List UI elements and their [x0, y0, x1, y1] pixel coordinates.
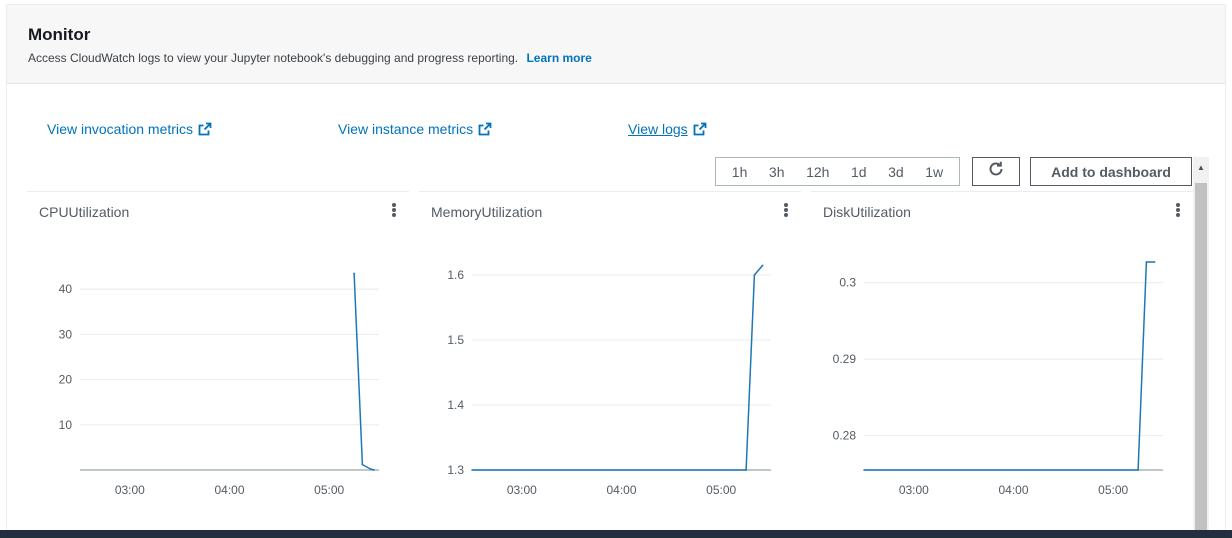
more-options-icon[interactable] [389, 201, 399, 219]
y-tick-label: 1.5 [447, 333, 464, 347]
external-link-icon [478, 122, 492, 139]
view-logs-link[interactable]: View logs [628, 121, 707, 139]
y-tick-label: 1.4 [447, 398, 464, 412]
range-option-12h[interactable]: 12h [802, 164, 833, 180]
cpu-utilization-chart: 10 20 30 40 03:00 04:00 05:00 [59, 272, 379, 497]
time-range-selector: 1h 3h 12h 1d 3d 1w [715, 157, 960, 186]
data-point [1137, 469, 1139, 471]
x-tick-label: 04:00 [998, 483, 1028, 497]
x-tick-label: 03:00 [899, 483, 929, 497]
y-tick-label: 30 [59, 327, 73, 341]
panel-description: Access CloudWatch logs to view your Jupy… [28, 51, 592, 65]
data-point [373, 469, 375, 471]
y-tick-label: 0.29 [833, 352, 857, 366]
x-tick-label: 05:00 [1098, 483, 1128, 497]
data-point [863, 469, 865, 471]
range-option-3h[interactable]: 3h [765, 164, 789, 180]
x-tick-label: 04:00 [214, 483, 244, 497]
widget-title: DiskUtilization [823, 204, 911, 220]
refresh-icon [987, 160, 1005, 183]
link-label: View instance metrics [338, 121, 474, 137]
link-label: View logs [628, 121, 688, 137]
x-tick-label: 03:00 [507, 483, 537, 497]
page-title: Monitor [28, 25, 91, 44]
y-tick-label: 40 [59, 282, 73, 296]
y-tick-label: 1.3 [447, 463, 464, 477]
memory-utilization-chart: 1.3 1.4 1.5 1.6 03:00 04:00 05:00 [447, 264, 771, 497]
link-label: View invocation metrics [47, 121, 194, 137]
y-tick-label: 20 [59, 373, 73, 387]
x-tick-label: 04:00 [606, 483, 636, 497]
view-instance-metrics-link[interactable]: View instance metrics [338, 121, 492, 139]
x-tick-label: 05:00 [314, 483, 344, 497]
cpu-utilization-widget: 10 20 30 40 03:00 04:00 05:00 CPUUtilization [27, 191, 409, 521]
range-option-1d[interactable]: 1d [847, 164, 871, 180]
more-options-icon[interactable] [1173, 201, 1183, 219]
range-option-3d[interactable]: 3d [884, 164, 908, 180]
data-point [1145, 261, 1148, 263]
y-tick-label: 0.28 [833, 429, 857, 443]
more-options-icon[interactable] [781, 201, 791, 219]
data-point [361, 463, 364, 466]
scrollbar-thumb[interactable] [1195, 183, 1207, 538]
data-point [471, 469, 473, 471]
bottom-bar [0, 530, 1232, 538]
data-point [1153, 261, 1156, 263]
data-point [353, 272, 355, 275]
external-link-icon [693, 122, 707, 139]
data-point [761, 264, 764, 267]
add-to-dashboard-button[interactable]: Add to dashboard [1030, 157, 1192, 186]
data-point [369, 468, 372, 470]
widget-title: CPUUtilization [39, 204, 130, 220]
series-line [864, 261, 1155, 471]
y-tick-label: 1.6 [447, 268, 464, 282]
disk-utilization-chart: 0.28 0.29 0.3 03:00 04:00 05:00 [833, 261, 1163, 497]
series-line [472, 264, 764, 471]
refresh-button[interactable] [972, 157, 1020, 186]
data-point [753, 274, 756, 276]
vertical-scrollbar[interactable]: ▲ [1193, 157, 1209, 538]
description-text: Access CloudWatch logs to view your Jupy… [28, 51, 519, 65]
panel-header: Monitor Access CloudWatch logs to view y… [7, 5, 1225, 84]
external-link-icon [198, 122, 212, 139]
y-tick-label: 0.3 [839, 276, 856, 290]
widget-title: MemoryUtilization [431, 204, 543, 220]
memory-utilization-widget: 1.3 1.4 1.5 1.6 03:00 04:00 05:00 MemoryUtiliz… [419, 191, 801, 521]
data-point [745, 469, 747, 471]
learn-more-link[interactable]: Learn more [526, 51, 591, 65]
series-line [353, 273, 375, 471]
y-tick-label: 10 [59, 418, 73, 432]
x-tick-label: 05:00 [706, 483, 736, 497]
disk-utilization-widget: 0.28 0.29 0.3 03:00 04:00 05:00 DiskUtilizati… [811, 191, 1193, 521]
scroll-up-arrow-icon[interactable]: ▲ [1193, 157, 1209, 177]
range-option-1h[interactable]: 1h [728, 164, 752, 180]
x-tick-label: 03:00 [115, 483, 145, 497]
view-invocation-metrics-link[interactable]: View invocation metrics [47, 121, 212, 139]
range-option-1w[interactable]: 1w [921, 164, 947, 180]
